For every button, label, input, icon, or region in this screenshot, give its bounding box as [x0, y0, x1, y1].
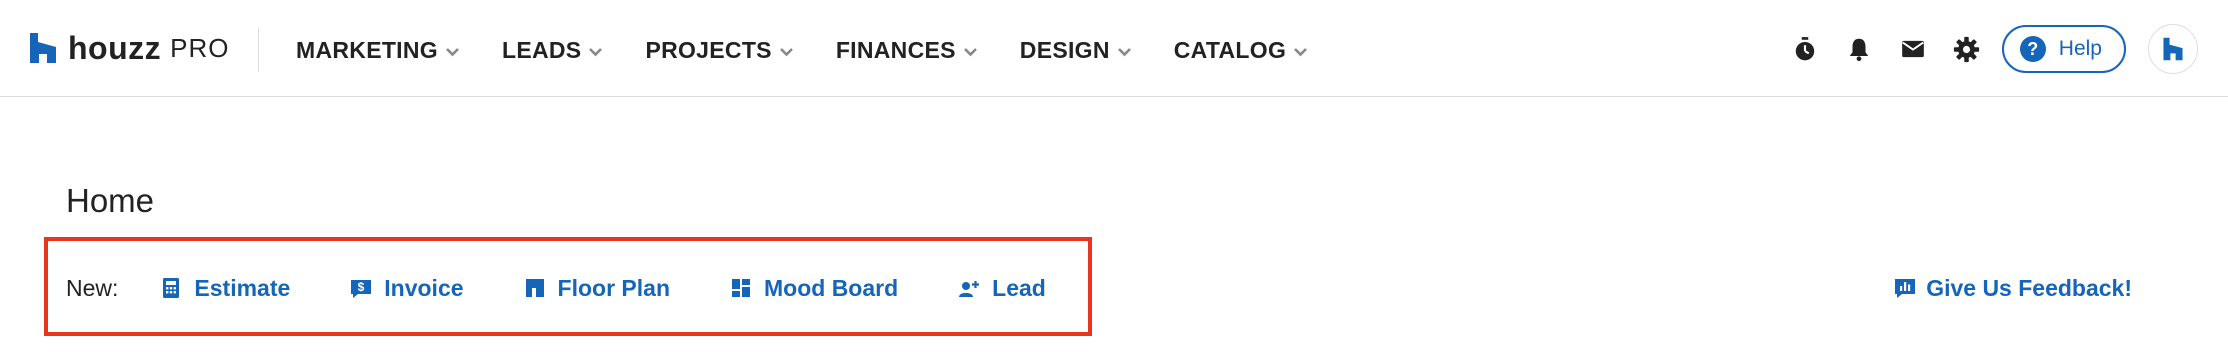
- mail-icon[interactable]: [1898, 34, 1928, 64]
- help-label: Help: [2058, 37, 2102, 60]
- nav-item-projects[interactable]: PROJECTS: [645, 37, 793, 64]
- floor-plan-icon: [525, 279, 544, 297]
- bell-icon[interactable]: [1844, 34, 1874, 64]
- houzz-logo-icon: [2163, 37, 2183, 61]
- help-button[interactable]: ? Help: [2001, 25, 2126, 73]
- nav-item-label: PROJECTS: [645, 36, 772, 63]
- give-feedback-link[interactable]: Give Us Feedback!: [1894, 268, 2132, 308]
- nav-item-label: LEADS: [501, 36, 582, 63]
- nav-item-marketing[interactable]: MARKETING: [296, 37, 460, 64]
- calculator-icon: [163, 278, 180, 298]
- new-label: New:: [66, 274, 119, 301]
- nav-item-leads[interactable]: LEADS: [502, 37, 603, 64]
- add-person-icon: [959, 281, 980, 297]
- new-floor-plan-link[interactable]: Floor Plan: [524, 275, 670, 302]
- chart-feedback-icon: [1895, 279, 1916, 298]
- new-estimate-label: Estimate: [194, 274, 291, 301]
- new-floor-plan-label: Floor Plan: [557, 274, 670, 301]
- top-navigation-bar: houzz PRO MARKETING LEADS PROJECTS FINAN…: [0, 0, 2228, 97]
- chevron-down-icon: [1294, 47, 1308, 56]
- nav-item-design[interactable]: DESIGN: [1020, 37, 1132, 64]
- header-divider: [258, 28, 259, 72]
- chevron-down-icon: [779, 47, 793, 56]
- give-feedback-label: Give Us Feedback!: [1926, 274, 2132, 301]
- page-title: Home: [66, 182, 155, 219]
- houzz-pro-logo[interactable]: houzz PRO: [28, 28, 229, 68]
- svg-text:$: $: [358, 280, 365, 294]
- new-mood-board-label: Mood Board: [764, 274, 899, 301]
- nav-item-label: FINANCES: [835, 36, 956, 63]
- new-lead-link[interactable]: Lead: [958, 275, 1046, 302]
- header-actions: ? Help: [1790, 22, 2198, 76]
- new-lead-label: Lead: [992, 274, 1046, 301]
- mood-board-icon: [732, 279, 750, 297]
- new-mood-board-link[interactable]: Mood Board: [730, 275, 898, 302]
- new-invoice-label: Invoice: [384, 274, 464, 301]
- main-nav: MARKETING LEADS PROJECTS FINANCES DESIGN…: [296, 28, 1350, 72]
- avatar[interactable]: [2148, 24, 2198, 74]
- nav-item-label: DESIGN: [1019, 36, 1110, 63]
- new-invoice-link[interactable]: $ Invoice: [350, 274, 464, 302]
- nav-item-catalog[interactable]: CATALOG: [1174, 37, 1308, 64]
- new-estimate-link[interactable]: Estimate: [160, 275, 290, 302]
- question-icon: ?: [2019, 36, 2046, 62]
- nav-item-label: MARKETING: [296, 36, 438, 63]
- gear-icon[interactable]: [1952, 34, 1982, 64]
- houzz-logo-icon: [30, 33, 56, 63]
- chevron-down-icon: [446, 47, 459, 56]
- logo-wordmark: houzz: [68, 29, 162, 66]
- logo-product: PRO: [170, 32, 230, 63]
- invoice-dollar-icon: $: [351, 280, 372, 298]
- quick-create-bar: New: Estimate $ Invoice Floor Plan Mood …: [66, 268, 1106, 308]
- nav-item-finances[interactable]: FINANCES: [836, 37, 978, 64]
- chevron-down-icon: [589, 47, 603, 56]
- timer-icon[interactable]: [1790, 34, 1820, 64]
- chevron-down-icon: [963, 47, 977, 56]
- chevron-down-icon: [1117, 47, 1131, 56]
- nav-item-label: CATALOG: [1173, 36, 1287, 63]
